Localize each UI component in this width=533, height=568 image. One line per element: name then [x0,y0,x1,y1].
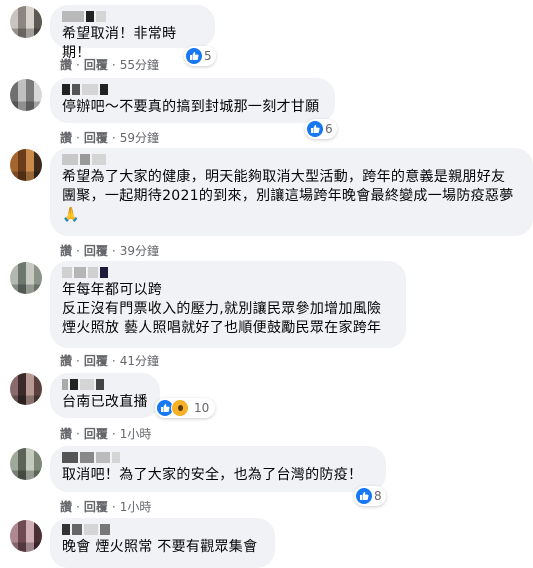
timestamp[interactable]: 39分鐘 [120,242,159,259]
comment-text: 停辦吧～不要真的搞到封城那一刻才甘願 [62,99,320,115]
thumbs-up-icon [186,48,202,64]
comment-bubble: 年每年都可以跨 反正沒有門票收入的壓力,就別讓民眾參加增加風險 煙火照放 藝人照… [50,261,406,348]
thumbs-up-icon [307,121,323,137]
separator: · [76,243,80,258]
reaction-count: 5 [204,49,212,63]
commenter-name[interactable] [62,452,374,463]
reply-button[interactable]: 回覆 [84,425,108,442]
reply-button[interactable]: 回覆 [84,242,108,259]
comment-bubble: 取消吧！為了大家的安全，也為了台灣的防疫！ [50,446,386,492]
timestamp[interactable]: 41分鐘 [120,352,159,369]
avatar[interactable] [10,79,42,111]
avatar[interactable] [10,262,42,294]
commenter-name[interactable] [62,524,263,535]
separator: · [76,353,80,368]
avatar[interactable] [10,520,42,552]
separator: · [76,499,80,514]
reaction-summary[interactable]: 5 [184,46,216,66]
comment-text: 晚會 煙火照常 不要有觀眾集會 [62,539,258,555]
reaction-summary[interactable]: 6 [305,119,337,139]
timestamp[interactable]: 55分鐘 [120,56,159,73]
comment-text: 台南已改直播 [62,394,148,410]
comment-bubble: 晚會 煙火照常 不要有觀眾集會 [50,518,275,568]
reaction-count: 10 [194,401,210,415]
separator: · [76,57,80,72]
like-button[interactable]: 讚 [60,425,72,442]
comment-text: 年每年都可以跨 反正沒有門票收入的壓力,就別讓民眾參加增加風險 煙火照放 藝人照… [62,282,382,336]
reply-button[interactable]: 回覆 [84,498,108,515]
commenter-name[interactable] [62,267,394,278]
reaction-summary[interactable]: 10 [155,398,216,418]
comment-text: 希望為了大家的健康，明天能夠取消大型活動，跨年的意義是親朋好友 團聚，一起期待2… [62,169,514,223]
reply-button[interactable]: 回覆 [84,352,108,369]
separator: · [111,353,116,368]
separator: · [111,57,116,72]
separator: · [111,130,116,145]
timestamp[interactable]: 59分鐘 [120,129,159,146]
thumbs-up-icon [356,488,372,504]
comment-meta: 讚 · 回覆 · 59分鐘 [60,129,159,146]
comment-meta: 讚 · 回覆 · 55分鐘 [60,56,159,73]
comment-meta: 讚 · 回覆 · 1小時 [60,498,151,515]
comment-bubble: 希望為了大家的健康，明天能夠取消大型活動，跨年的意義是親朋好友 團聚，一起期待2… [50,148,533,236]
comment-meta: 讚 · 回覆 · 1小時 [60,425,151,442]
comment-text: 取消吧！為了大家的安全，也為了台灣的防疫！ [62,467,363,483]
commenter-name[interactable] [62,154,521,165]
like-button[interactable]: 讚 [60,498,72,515]
comment-bubble: 希望取消！非常時期！ [50,5,215,61]
avatar[interactable] [10,448,42,480]
avatar[interactable] [10,149,42,181]
separator: · [76,130,80,145]
avatar[interactable] [10,6,42,38]
separator: · [111,243,116,258]
comment-bubble: 台南已改直播 [50,373,160,418]
comment-meta: 讚 · 回覆 · 41分鐘 [60,352,159,369]
timestamp[interactable]: 1小時 [120,425,152,442]
reaction-summary[interactable]: 8 [354,486,386,506]
like-button[interactable]: 讚 [60,242,72,259]
separator: · [111,499,116,514]
timestamp[interactable]: 1小時 [120,498,152,515]
commenter-name[interactable] [62,84,323,95]
like-button[interactable]: 讚 [60,129,72,146]
like-button[interactable]: 讚 [60,352,72,369]
like-button[interactable]: 讚 [60,56,72,73]
reply-button[interactable]: 回覆 [84,129,108,146]
comment-bubble: 停辦吧～不要真的搞到封城那一刻才甘願 [50,78,335,123]
reply-button[interactable]: 回覆 [84,56,108,73]
commenter-name[interactable] [62,379,148,390]
separator: · [111,426,116,441]
wow-face-icon [171,399,189,417]
separator: · [76,426,80,441]
reaction-count: 6 [325,122,333,136]
reaction-count: 8 [374,489,382,503]
avatar[interactable] [10,373,42,405]
commenter-name[interactable] [62,11,203,22]
comment-meta: 讚 · 回覆 · 39分鐘 [60,242,159,259]
